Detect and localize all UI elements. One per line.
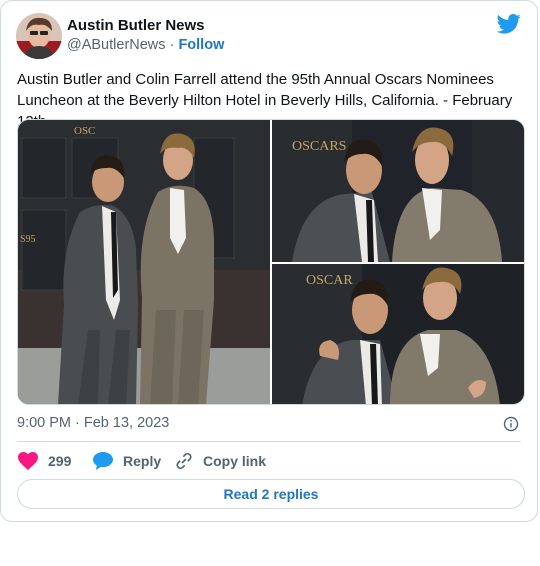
divider <box>17 441 521 442</box>
tweet-card: Austin Butler News @AButlerNews · Follow… <box>0 0 538 522</box>
twitter-bird-icon[interactable] <box>497 14 521 34</box>
photo-1[interactable]: OSC S95 <box>18 120 270 404</box>
photo-2-backdrop-text: OSCARS <box>292 139 346 154</box>
photo-3[interactable]: OSCAR <box>272 264 524 404</box>
handle-separator: · <box>169 37 175 53</box>
reply-button[interactable]: Reply <box>93 450 161 472</box>
like-button[interactable]: 299 <box>18 450 71 472</box>
copy-link-label: Copy link <box>203 453 267 469</box>
author-name[interactable]: Austin Butler News <box>67 17 205 34</box>
author-handle[interactable]: @AButlerNews <box>67 37 166 53</box>
heart-icon <box>18 452 38 470</box>
follow-button[interactable]: Follow <box>178 37 224 53</box>
photo-2[interactable]: OSCARS <box>272 120 524 262</box>
reply-label: Reply <box>123 453 162 469</box>
author-handle-line: @AButlerNews · Follow <box>67 37 224 53</box>
photo-1-backdrop-text: OSC <box>74 125 95 137</box>
info-icon[interactable] <box>503 416 519 432</box>
tweet-timestamp[interactable]: 9:00 PM · Feb 13, 2023 <box>17 415 169 431</box>
like-count: 299 <box>48 453 72 469</box>
photo-1-backdrop-text-2: S95 <box>20 234 36 245</box>
photo-3-backdrop-text: OSCAR <box>306 273 353 288</box>
reply-bubble-icon <box>93 452 113 470</box>
link-icon <box>176 452 192 470</box>
copy-link-button[interactable]: Copy link <box>175 450 266 472</box>
tweet-media-grid: OSC S95 OSCARS OSCAR <box>17 119 525 405</box>
avatar[interactable] <box>16 13 62 59</box>
read-replies-button[interactable]: Read 2 replies <box>17 479 525 509</box>
